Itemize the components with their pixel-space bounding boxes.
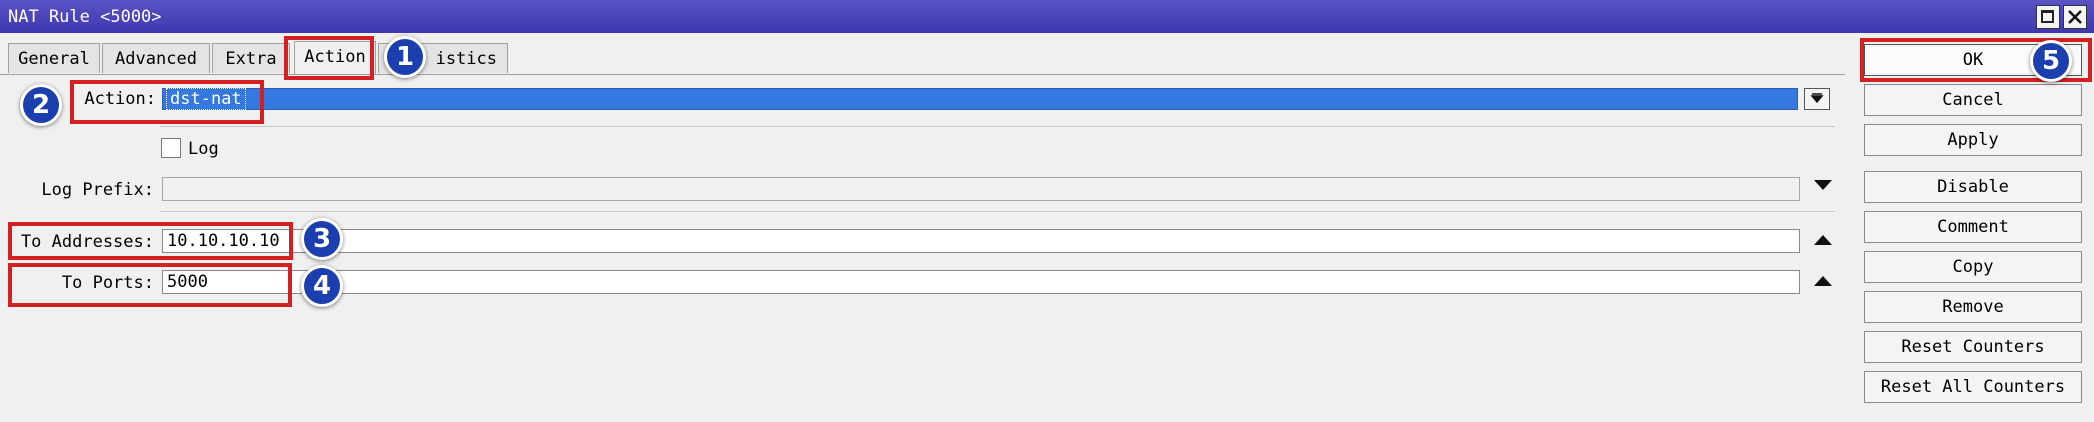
highlight-to-addresses xyxy=(8,222,293,260)
collapse-up-icon[interactable] xyxy=(1812,274,1834,288)
tab-extra[interactable]: Extra xyxy=(212,43,290,73)
action-dropdown-button[interactable] xyxy=(1804,88,1830,110)
copy-button[interactable]: Copy xyxy=(1864,251,2082,283)
close-icon[interactable] xyxy=(2063,5,2087,29)
log-prefix-input[interactable] xyxy=(162,177,1800,201)
log-prefix-label: Log Prefix: xyxy=(41,180,154,200)
collapse-up-icon[interactable] xyxy=(1812,233,1834,247)
cancel-button[interactable]: Cancel xyxy=(1864,84,2082,116)
maximize-icon[interactable] xyxy=(2036,5,2060,29)
action-select[interactable]: dst-nat xyxy=(162,88,1798,110)
chevron-down-icon xyxy=(1810,93,1824,104)
reset-all-counters-button[interactable]: Reset All Counters xyxy=(1864,371,2082,403)
step-badge-2: 2 xyxy=(20,84,62,126)
highlight-action-tab xyxy=(284,36,374,80)
comment-button[interactable]: Comment xyxy=(1864,211,2082,243)
to-addresses-input[interactable]: 10.10.10.10 xyxy=(162,229,1800,253)
highlight-to-ports xyxy=(8,263,292,307)
divider xyxy=(160,126,1835,127)
title-bar[interactable]: NAT Rule <5000> xyxy=(0,0,2094,33)
log-label: Log xyxy=(188,139,219,159)
apply-button[interactable]: Apply xyxy=(1864,124,2082,156)
step-badge-5: 5 xyxy=(2030,40,2072,82)
nat-rule-window: NAT Rule <5000> General Advanced Extra A… xyxy=(0,0,2094,422)
to-ports-input[interactable]: 5000 xyxy=(162,270,1800,294)
log-checkbox[interactable] xyxy=(161,138,181,158)
divider xyxy=(160,211,1835,212)
tab-advanced[interactable]: Advanced xyxy=(102,43,210,73)
tab-divider xyxy=(0,74,1845,75)
tab-general[interactable]: General xyxy=(8,43,100,73)
step-badge-4: 4 xyxy=(301,265,343,307)
window-title: NAT Rule <5000> xyxy=(8,7,162,27)
reset-counters-button[interactable]: Reset Counters xyxy=(1864,331,2082,363)
step-badge-3: 3 xyxy=(301,218,343,260)
highlight-action-field xyxy=(70,80,264,124)
remove-button[interactable]: Remove xyxy=(1864,291,2082,323)
disable-button[interactable]: Disable xyxy=(1864,171,2082,203)
step-badge-1: 1 xyxy=(384,36,426,78)
expand-down-icon[interactable] xyxy=(1812,178,1834,192)
